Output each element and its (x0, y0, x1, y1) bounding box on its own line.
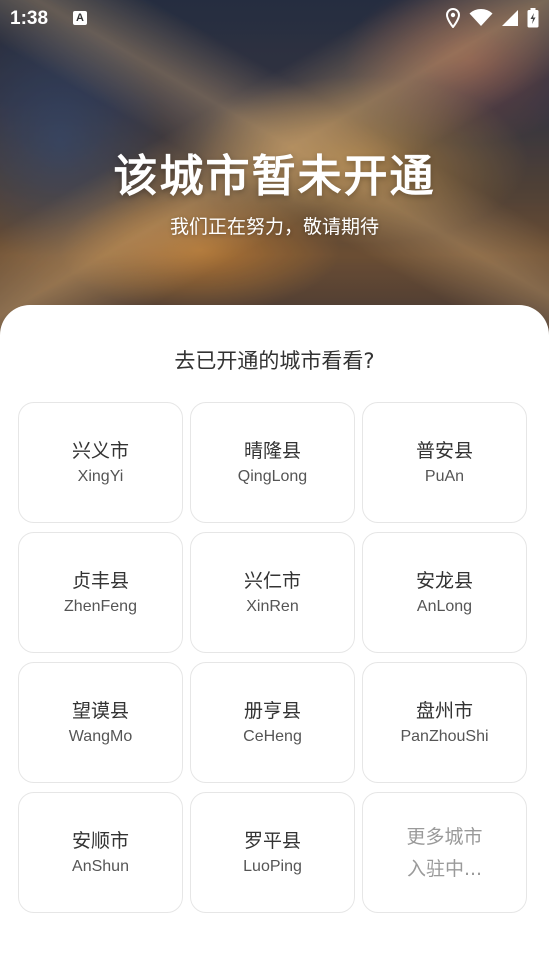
status-icons (445, 8, 539, 28)
city-name: 册亨县 (243, 699, 301, 722)
city-name: 安龙县 (415, 569, 473, 592)
city-pinyin: PanZhouShi (400, 727, 489, 745)
city-card-anlong[interactable]: 安龙县 AnLong (362, 532, 527, 653)
city-card-xingyi[interactable]: 兴义市 XingYi (18, 402, 183, 523)
wifi-icon (469, 9, 493, 26)
battery-charging-icon (527, 8, 539, 28)
more-cities-card: 更多城市 入驻中... (362, 792, 527, 913)
city-card-puan[interactable]: 普安县 PuAn (362, 402, 527, 523)
city-name: 兴义市 (71, 439, 129, 462)
city-name: 贞丰县 (71, 569, 129, 592)
city-card-anshun[interactable]: 安顺市 AnShun (18, 792, 183, 913)
city-card-luoping[interactable]: 罗平县 LuoPing (190, 792, 355, 913)
city-pinyin: ZhenFeng (64, 597, 137, 615)
city-pinyin: AnLong (416, 597, 473, 615)
signal-icon (502, 10, 518, 26)
more-cities-line2: 入驻中... (406, 857, 483, 880)
city-pinyin: PuAn (424, 467, 465, 485)
hero-title: 该城市暂未开通 (113, 151, 436, 202)
city-selection-sheet: 去已开通的城市看看? 兴义市 XingYi 晴隆县 QingLong 普安县 P… (0, 305, 549, 977)
city-name: 望谟县 (71, 699, 129, 722)
city-pinyin: XingYi (77, 467, 124, 485)
city-name: 罗平县 (243, 829, 301, 852)
city-name: 晴隆县 (243, 439, 301, 462)
city-pinyin: WangMo (68, 727, 133, 745)
city-pinyin: LuoPing (243, 857, 302, 875)
city-card-panzhoushi[interactable]: 盘州市 PanZhouShi (362, 662, 527, 783)
city-card-zhenfeng[interactable]: 贞丰县 ZhenFeng (18, 532, 183, 653)
city-card-wangmo[interactable]: 望谟县 WangMo (18, 662, 183, 783)
status-bar: 1:38 A (0, 0, 549, 40)
city-card-xinren[interactable]: 兴仁市 XinRen (190, 532, 355, 653)
status-time: 1:38 (10, 8, 49, 29)
location-icon (445, 8, 461, 28)
city-pinyin: CeHeng (243, 727, 302, 745)
more-cities-line1: 更多城市 (406, 825, 483, 848)
city-name: 安顺市 (71, 829, 129, 852)
city-name: 普安县 (415, 439, 473, 462)
city-card-ceheng[interactable]: 册亨县 CeHeng (190, 662, 355, 783)
city-pinyin: QingLong (237, 467, 308, 485)
notification-a-icon: A (73, 11, 87, 25)
sheet-heading: 去已开通的城市看看? (174, 349, 375, 373)
city-card-qinglong[interactable]: 晴隆县 QingLong (190, 402, 355, 523)
hero-subtitle: 我们正在努力，敬请期待 (169, 216, 379, 238)
city-pinyin: AnShun (72, 857, 129, 875)
city-name: 兴仁市 (243, 569, 301, 592)
city-grid: 兴义市 XingYi 晴隆县 QingLong 普安县 PuAn 贞丰县 Zhe… (18, 402, 527, 913)
city-name: 盘州市 (415, 699, 473, 722)
city-pinyin: XinRen (246, 597, 299, 615)
